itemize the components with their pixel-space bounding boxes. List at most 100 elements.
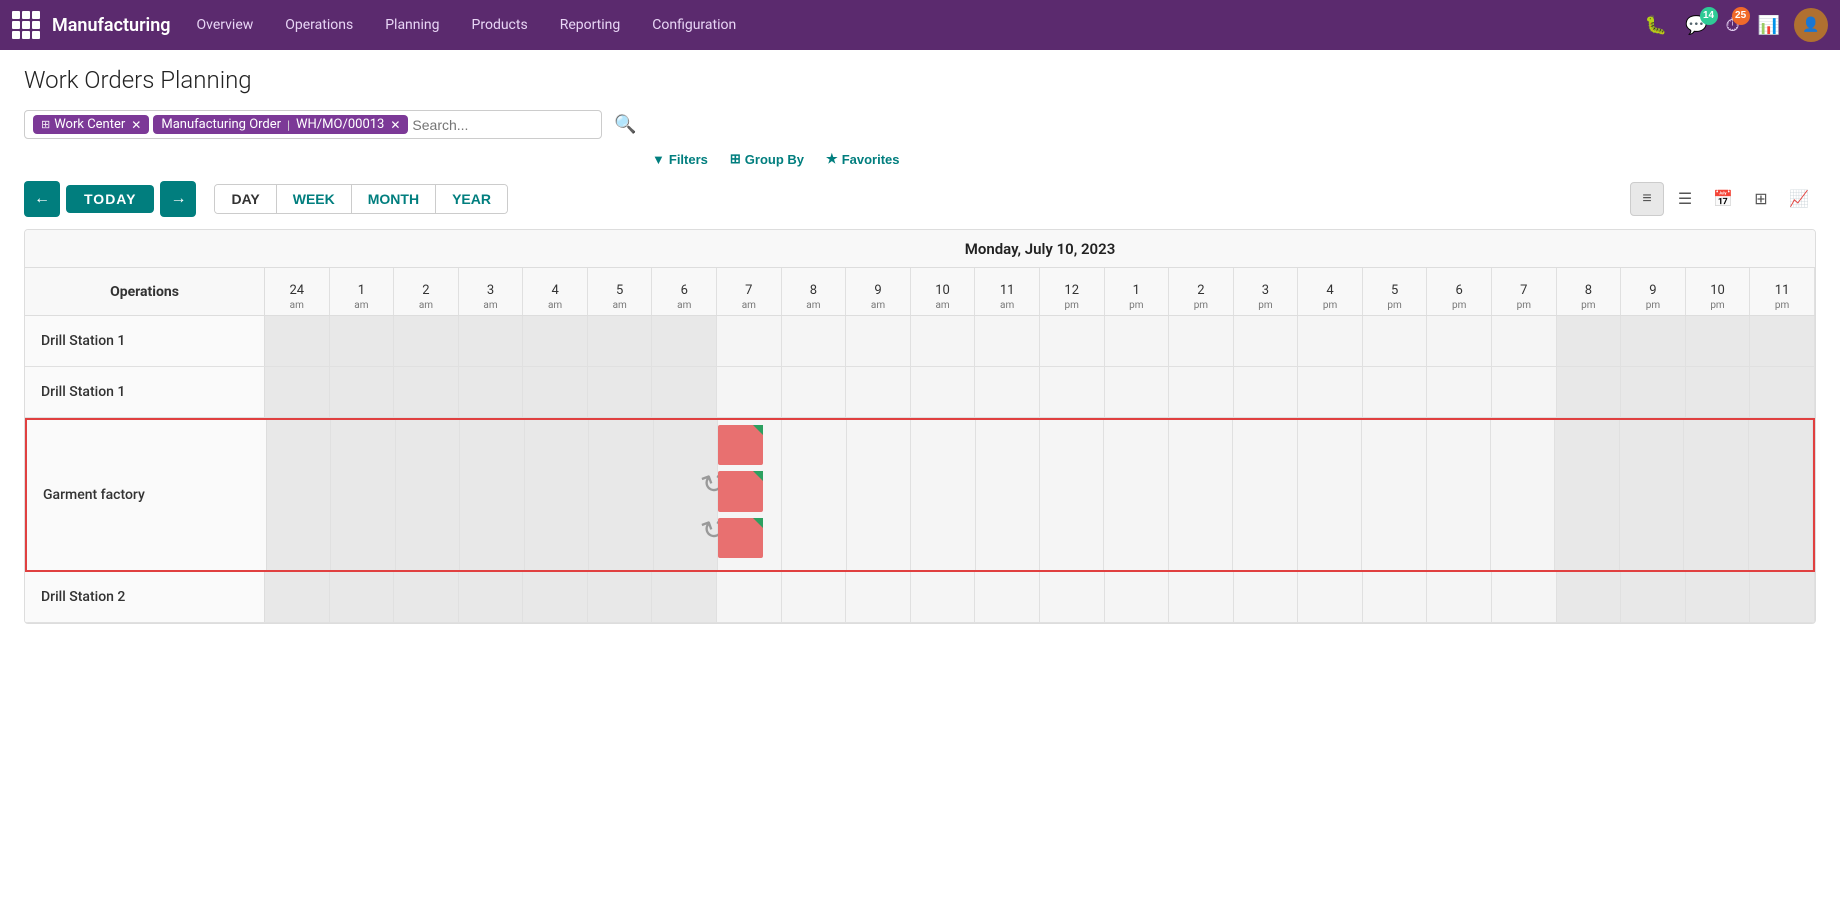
- gantt-cell[interactable]: [1427, 316, 1492, 366]
- gantt-cell[interactable]: [1427, 420, 1491, 570]
- gantt-cell[interactable]: [1621, 316, 1686, 366]
- chat-button[interactable]: 💬 14: [1681, 11, 1711, 40]
- gantt-cell[interactable]: [588, 367, 653, 417]
- gantt-cell[interactable]: [589, 420, 653, 570]
- gantt-cell[interactable]: [911, 367, 976, 417]
- gantt-cell[interactable]: [1557, 572, 1622, 622]
- gantt-cell[interactable]: [1298, 420, 1362, 570]
- gantt-row-garment-cells[interactable]: ↻↻: [267, 420, 1813, 570]
- gantt-cell[interactable]: [459, 367, 524, 417]
- gantt-cell[interactable]: [523, 316, 588, 366]
- gantt-cell[interactable]: [654, 420, 718, 570]
- gantt-cell[interactable]: [1040, 572, 1105, 622]
- favorites-button[interactable]: ★ Favorites: [818, 147, 907, 171]
- gantt-cell[interactable]: [975, 367, 1040, 417]
- view-calendar-month-button[interactable]: 📅: [1706, 182, 1740, 216]
- nav-overview[interactable]: Overview: [183, 11, 268, 39]
- gantt-cell[interactable]: [975, 572, 1040, 622]
- gantt-cell[interactable]: [1234, 572, 1299, 622]
- view-calendar-grid-button[interactable]: ⊞: [1744, 182, 1778, 216]
- nav-planning[interactable]: Planning: [371, 11, 453, 39]
- gantt-cell[interactable]: [1169, 420, 1233, 570]
- gantt-cell[interactable]: [523, 367, 588, 417]
- gantt-cell[interactable]: [652, 572, 717, 622]
- group-by-button[interactable]: ⊞ Group By: [722, 147, 812, 171]
- gantt-cell[interactable]: [1105, 316, 1170, 366]
- gantt-cell[interactable]: [911, 316, 976, 366]
- view-list-button[interactable]: ☰: [1668, 182, 1702, 216]
- gantt-cell[interactable]: [1104, 420, 1168, 570]
- gantt-cell[interactable]: [1555, 420, 1619, 570]
- filters-button[interactable]: ▼ Filters: [644, 148, 716, 171]
- gantt-cell[interactable]: [976, 420, 1040, 570]
- gantt-cell[interactable]: [1040, 367, 1105, 417]
- gantt-cell[interactable]: [1686, 316, 1751, 366]
- period-day[interactable]: DAY: [215, 185, 276, 213]
- gantt-cell[interactable]: [1686, 572, 1751, 622]
- gantt-cell[interactable]: [1684, 420, 1748, 570]
- gantt-cell[interactable]: [1105, 572, 1170, 622]
- prev-button[interactable]: ←: [24, 181, 60, 217]
- gantt-cell[interactable]: [394, 316, 459, 366]
- gantt-cell[interactable]: [394, 572, 459, 622]
- gantt-cell[interactable]: [1298, 572, 1363, 622]
- gantt-cell[interactable]: [265, 316, 330, 366]
- gantt-cell[interactable]: [459, 572, 524, 622]
- user-avatar[interactable]: 👤: [1794, 8, 1828, 42]
- search-tag-work-center[interactable]: ⊞ Work Center ✕: [33, 115, 149, 134]
- gantt-cell[interactable]: [588, 572, 653, 622]
- gantt-cell[interactable]: [1169, 316, 1234, 366]
- gantt-cell[interactable]: [846, 572, 911, 622]
- gantt-cell[interactable]: [396, 420, 460, 570]
- gantt-cell[interactable]: [1620, 420, 1684, 570]
- gantt-cell[interactable]: [460, 420, 524, 570]
- gantt-cell[interactable]: [1492, 316, 1557, 366]
- gantt-cell[interactable]: [1363, 367, 1428, 417]
- gantt-cell[interactable]: [1169, 367, 1234, 417]
- gantt-row-cells[interactable]: [265, 367, 1815, 417]
- view-chart-button[interactable]: 📈: [1782, 182, 1816, 216]
- gantt-cell[interactable]: [782, 572, 847, 622]
- search-tag-workcenter-remove[interactable]: ✕: [131, 118, 141, 132]
- gantt-cell[interactable]: [1040, 316, 1105, 366]
- gantt-cell[interactable]: [1234, 316, 1299, 366]
- gantt-cell[interactable]: [331, 420, 395, 570]
- app-logo[interactable]: Manufacturing: [12, 11, 171, 39]
- gantt-cell[interactable]: [459, 316, 524, 366]
- gantt-cell[interactable]: [975, 316, 1040, 366]
- gantt-cell[interactable]: [1750, 572, 1815, 622]
- period-year[interactable]: YEAR: [436, 185, 507, 213]
- spreadsheet-button[interactable]: 📊: [1754, 11, 1784, 40]
- gantt-cell[interactable]: [1557, 367, 1622, 417]
- gantt-cell[interactable]: [1492, 572, 1557, 622]
- gantt-cell[interactable]: [717, 316, 782, 366]
- period-month[interactable]: MONTH: [352, 185, 436, 213]
- gantt-cell[interactable]: [717, 572, 782, 622]
- gantt-cell[interactable]: [1686, 367, 1751, 417]
- gantt-cell[interactable]: [782, 420, 846, 570]
- gantt-cell[interactable]: [847, 420, 911, 570]
- gantt-cell[interactable]: [911, 572, 976, 622]
- today-button[interactable]: TODAY: [66, 185, 154, 213]
- search-tag-manufacturing-order[interactable]: Manufacturing Order | WH/MO/00013 ✕: [153, 115, 408, 134]
- gantt-cell[interactable]: [265, 367, 330, 417]
- gantt-cell[interactable]: [652, 316, 717, 366]
- search-input[interactable]: [412, 117, 593, 133]
- nav-configuration[interactable]: Configuration: [638, 11, 750, 39]
- gantt-cell[interactable]: [394, 367, 459, 417]
- gantt-cell[interactable]: [1491, 420, 1555, 570]
- gantt-row-cells[interactable]: [265, 316, 1815, 366]
- gantt-cell[interactable]: [846, 316, 911, 366]
- next-button[interactable]: →: [160, 181, 196, 217]
- gantt-cell[interactable]: [330, 572, 395, 622]
- search-tag-mo-remove[interactable]: ✕: [390, 118, 400, 132]
- clock-button[interactable]: ⏱ 25: [1722, 11, 1744, 40]
- view-gantt-button[interactable]: ≡: [1630, 182, 1664, 216]
- gantt-cell[interactable]: [265, 572, 330, 622]
- gantt-cell[interactable]: [846, 367, 911, 417]
- gantt-cell[interactable]: [1621, 367, 1686, 417]
- gantt-row-cells[interactable]: [265, 572, 1815, 622]
- gantt-cell[interactable]: [1557, 316, 1622, 366]
- gantt-cell[interactable]: [782, 367, 847, 417]
- gantt-cell[interactable]: [1621, 572, 1686, 622]
